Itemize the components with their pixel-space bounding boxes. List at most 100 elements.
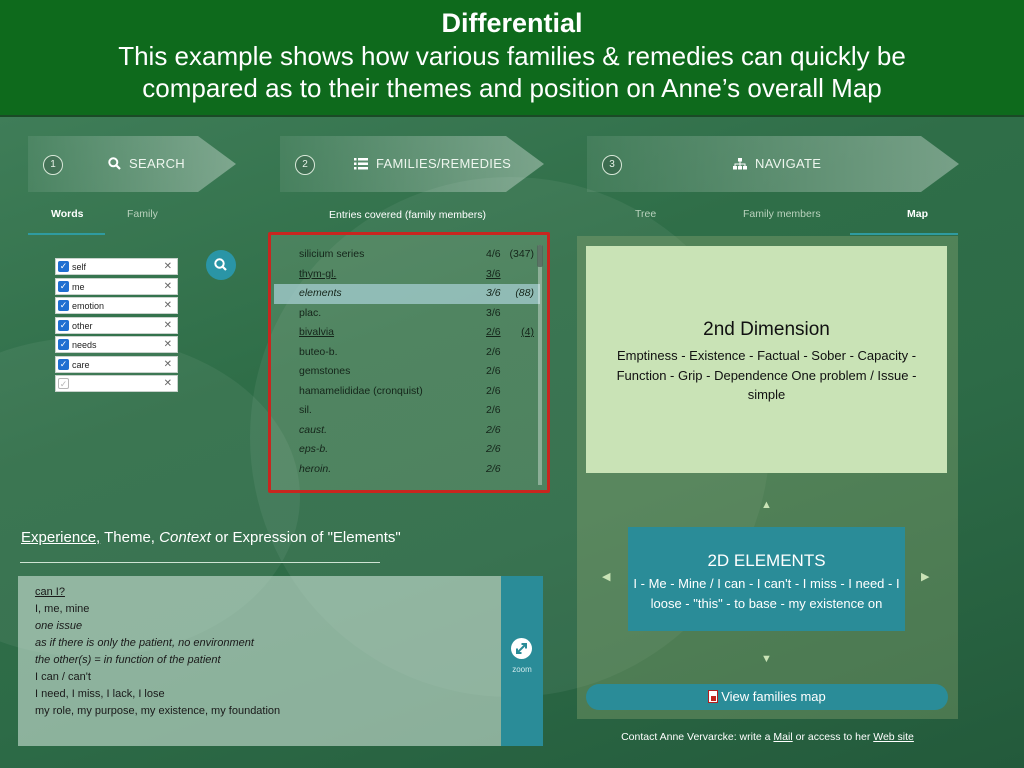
family-fraction: 3/6 (486, 287, 501, 299)
remove-icon[interactable]: ✕ (164, 281, 172, 292)
word-row[interactable]: ✓ other ✕ (55, 316, 178, 334)
family-row[interactable]: silicium series 4/6 (347) (274, 245, 540, 265)
tab-words[interactable]: Words (51, 208, 83, 220)
family-fraction: 3/6 (486, 306, 501, 319)
pdf-icon (708, 690, 719, 703)
step-search[interactable]: 1 SEARCH (28, 136, 236, 192)
tab-family-members[interactable]: Family members (743, 208, 821, 220)
word-row[interactable]: ✓ needs ✕ (55, 336, 178, 353)
dimension-desc: Emptiness - Existence - Factual - Sober … (616, 348, 917, 402)
checkbox[interactable]: ✓ (58, 300, 69, 311)
family-count: (4) (521, 326, 534, 338)
checkbox[interactable]: ✓ (58, 378, 69, 389)
word-row[interactable]: ✓ emotion ✕ (55, 297, 178, 314)
contact-prefix: Contact Anne Vervarcke: write a (621, 731, 771, 743)
slide-title: Differential (441, 8, 583, 38)
family-row[interactable]: bivalvia 2/6 (4) (274, 323, 540, 343)
remove-icon[interactable]: ✕ (164, 359, 172, 370)
dimension-title: 2nd Dimension (703, 319, 830, 340)
remove-icon[interactable]: ✕ (164, 300, 172, 311)
checkbox[interactable]: ✓ (58, 339, 69, 350)
zoom-button[interactable] (511, 638, 532, 659)
list-icon (354, 158, 368, 170)
arrow-down-icon[interactable]: ▼ (761, 654, 772, 665)
word-row[interactable]: ✓ ✕ (55, 375, 178, 392)
word-label[interactable]: self (72, 262, 86, 272)
zoom-strip: zoom (501, 576, 543, 746)
remove-icon[interactable]: ✕ (164, 320, 172, 331)
family-count: (347) (509, 248, 534, 260)
family-fraction: 2/6 (486, 384, 501, 397)
family-fraction: 2/6 (486, 404, 501, 416)
word-row[interactable]: ✓ care ✕ (55, 355, 178, 373)
heading-experience[interactable]: Experience, (21, 529, 100, 546)
remove-icon[interactable]: ✕ (164, 339, 172, 350)
contact-line: Contact Anne Vervarcke: write a Mail or … (577, 731, 958, 743)
family-row[interactable]: heroin. 2/6 (274, 460, 540, 480)
arrow-left-icon[interactable]: ◀ (602, 572, 610, 583)
step-families-label: FAMILIES/REMEDIES (354, 156, 511, 171)
tab-tree[interactable]: Tree (635, 208, 656, 220)
arrow-up-icon[interactable]: ▲ (761, 500, 772, 511)
family-fraction: 2/6 (486, 345, 501, 358)
families-scrollbar[interactable] (538, 245, 542, 485)
family-row[interactable]: caust. 2/6 (274, 421, 540, 441)
families-list: silicium series 4/6 (347) thym-gl. 3/6 elemen… (274, 245, 540, 479)
family-row[interactable]: gemstones 2/6 (274, 362, 540, 382)
remove-icon[interactable]: ✕ (164, 261, 172, 272)
search-button[interactable] (206, 250, 236, 280)
step-label: FAMILIES/REMEDIES (376, 156, 512, 171)
dimension-box[interactable]: 2nd Dimension Emptiness - Existence - Fa… (586, 246, 947, 473)
arrow-right-icon[interactable]: ▶ (921, 572, 929, 583)
family-name: buteo-b. (299, 345, 338, 358)
family-name: plac. (299, 306, 322, 319)
family-count: (88) (515, 287, 534, 299)
slide-banner: Differential This example shows how vari… (0, 0, 1024, 117)
checkbox[interactable]: ✓ (58, 261, 69, 272)
experience-heading: Experience, Theme, Context or Expression… (21, 529, 401, 546)
family-row[interactable]: buteo-b. 2/6 (274, 343, 540, 363)
step-number: 3 (602, 155, 622, 175)
step-navigate[interactable]: 3 NAVIGATE (587, 136, 959, 192)
family-row[interactable]: hamamelididae (cronquist) 2/6 (274, 382, 540, 402)
divider (20, 562, 380, 563)
heading-context: Context (159, 529, 211, 546)
family-fraction: 3/6 (486, 267, 501, 280)
checkbox[interactable]: ✓ (58, 280, 69, 292)
family-name: elements (299, 287, 342, 299)
family-row[interactable]: eps-b. 2/6 (274, 440, 540, 460)
checkbox[interactable]: ✓ (58, 358, 69, 370)
website-link[interactable]: Web site (873, 731, 914, 743)
family-fraction: 2/6 (486, 326, 501, 338)
word-label[interactable]: needs (72, 340, 97, 350)
mail-link[interactable]: Mail (773, 731, 792, 743)
tab-family[interactable]: Family (127, 208, 158, 220)
family-fraction: 2/6 (486, 462, 501, 475)
remove-icon[interactable]: ✕ (164, 378, 172, 389)
word-label[interactable]: emotion (72, 301, 104, 311)
family-row[interactable]: elements 3/6 (88) (274, 284, 540, 304)
search-word-list: ✓ self ✕ ✓ me ✕ ✓ emotion ✕ ✓ other ✕ ✓ needs ✕ ✓ care ✕ ✓… (55, 258, 178, 395)
elements-box[interactable]: 2D ELEMENTS I - Me - Mine / I can - I ca… (628, 527, 905, 631)
word-label[interactable]: me (72, 282, 85, 292)
families-scroll-thumb[interactable] (537, 245, 543, 267)
family-name: bivalvia (299, 326, 335, 338)
family-row[interactable]: sil. 2/6 (274, 401, 540, 421)
search-icon (214, 258, 227, 271)
word-label[interactable]: care (72, 360, 90, 370)
heading-theme: Theme, (104, 529, 155, 546)
word-row[interactable]: ✓ self ✕ (55, 258, 178, 275)
step-label: NAVIGATE (755, 156, 822, 171)
family-row[interactable]: thym-gl. 3/6 (274, 265, 540, 285)
family-name: sil. (299, 404, 312, 416)
zoom-label: zoom (512, 665, 532, 674)
family-name: hamamelididae (cronquist) (299, 384, 423, 397)
checkbox[interactable]: ✓ (58, 319, 69, 331)
step-number: 1 (43, 155, 63, 175)
view-families-map-button[interactable]: View families map (586, 684, 948, 710)
word-label[interactable]: other (72, 321, 93, 331)
step-families[interactable]: 2 FAMILIES/REMEDIES (280, 136, 544, 192)
word-row[interactable]: ✓ me ✕ (55, 277, 178, 295)
family-row[interactable]: plac. 3/6 (274, 304, 540, 324)
tab-map[interactable]: Map (907, 208, 928, 220)
